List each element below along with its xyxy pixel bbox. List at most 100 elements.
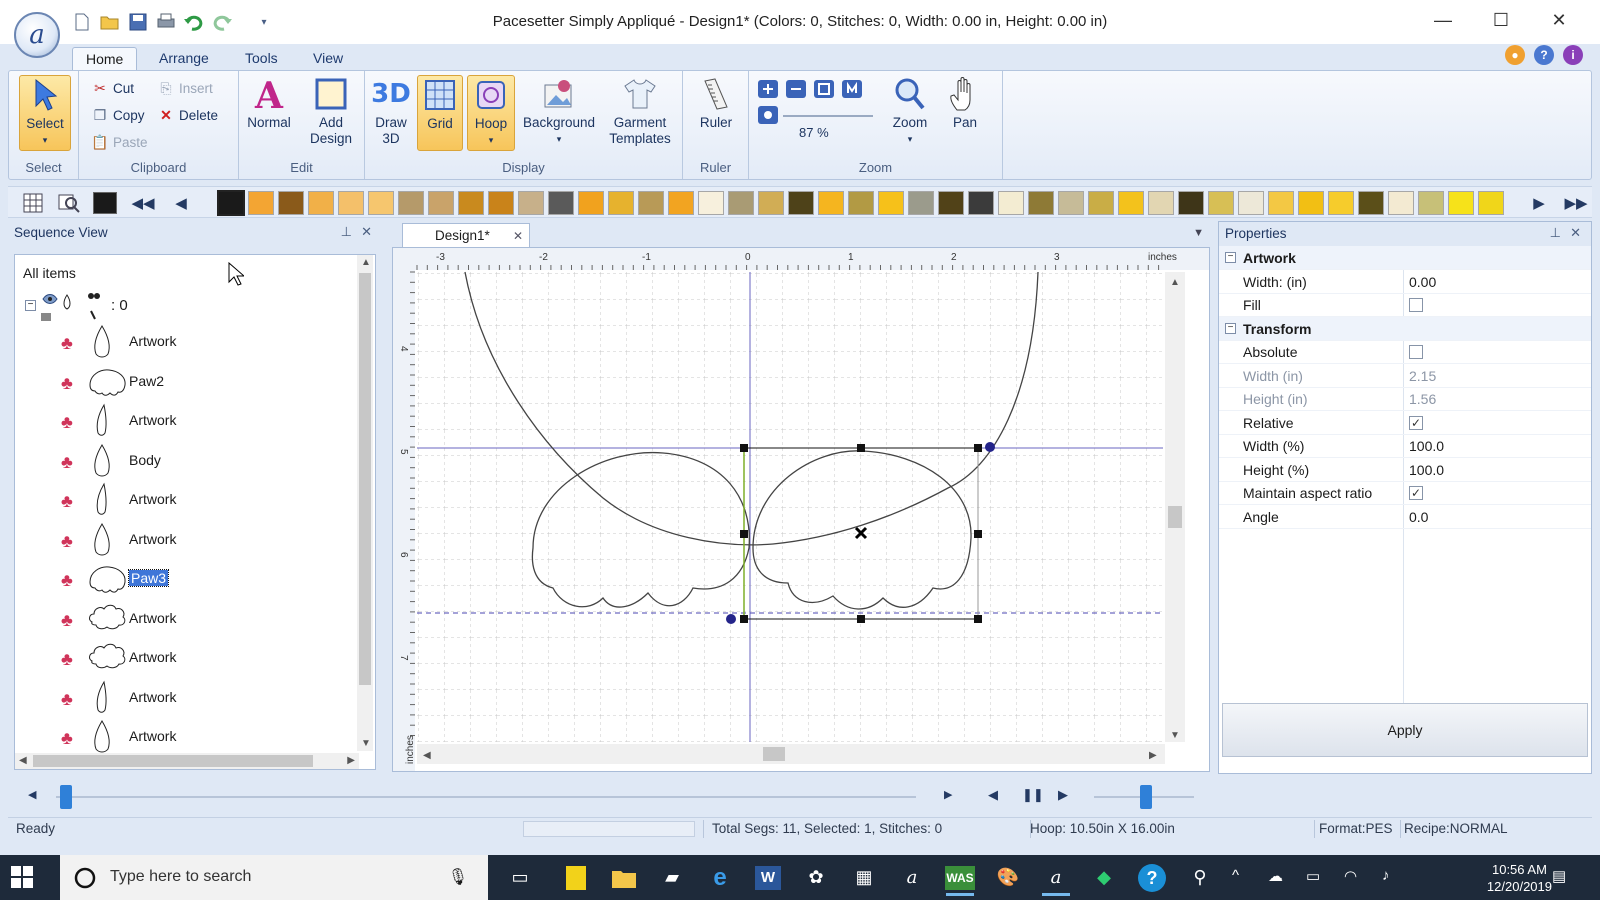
pan-button[interactable]: Pan <box>939 75 991 131</box>
grid-button[interactable]: Grid <box>417 75 463 151</box>
color-swatch[interactable] <box>578 191 604 215</box>
color-swatch[interactable] <box>698 191 724 215</box>
taskbar-search[interactable]: Type here to search 🎙 <box>60 855 488 900</box>
color-swatch[interactable] <box>638 191 664 215</box>
edge-browser-icon[interactable]: e <box>700 859 740 896</box>
color-swatch[interactable] <box>308 191 334 215</box>
color-swatch[interactable] <box>1448 191 1474 215</box>
panel-close-icon[interactable]: ✕ <box>361 224 372 240</box>
tab-view[interactable]: View <box>300 47 356 70</box>
canvas-scroll-left-icon[interactable]: ◀ <box>423 750 431 761</box>
sequence-vscroll-thumb[interactable] <box>359 273 371 685</box>
canvas-scroll-right-icon[interactable]: ▶ <box>1149 750 1157 761</box>
next-page-icon[interactable]: ▶ <box>1526 191 1552 215</box>
color-swatch[interactable] <box>878 191 904 215</box>
sequence-item[interactable]: ♣ Artwork <box>15 600 355 638</box>
onedrive-icon[interactable]: ☁ <box>1268 867 1283 885</box>
player-end-icon[interactable]: ▶ <box>944 788 952 801</box>
sequence-item[interactable]: ♣ Artwork <box>15 639 355 677</box>
color-swatch[interactable] <box>1388 191 1414 215</box>
draw-3d-button[interactable]: 3D Draw 3D <box>369 75 413 147</box>
tab-tools[interactable]: Tools <box>232 47 291 70</box>
scroll-up-icon[interactable]: ▲ <box>361 257 371 268</box>
canvas-scroll-down-icon[interactable]: ▼ <box>1170 730 1180 741</box>
all-items-label[interactable]: All items <box>23 265 76 281</box>
sequence-item[interactable]: ♣ Paw2 <box>15 363 355 401</box>
panel-close-icon[interactable]: ✕ <box>1570 225 1581 241</box>
color-swatch[interactable] <box>1178 191 1204 215</box>
color-swatch[interactable] <box>488 191 514 215</box>
property-row[interactable]: Width (in) 2.15 <box>1219 364 1591 388</box>
app-icon[interactable]: ◆ <box>1084 859 1124 896</box>
sequence-item[interactable]: ♣ Artwork <box>15 521 355 559</box>
design-tab[interactable]: Design1* ✕ <box>402 223 530 247</box>
color-swatch[interactable] <box>1328 191 1354 215</box>
calculator-icon[interactable]: ▦ <box>844 859 884 896</box>
scroll-down-icon[interactable]: ▼ <box>361 738 371 749</box>
sequence-hscroll[interactable]: ◀ ▶ <box>15 753 359 769</box>
app-icon[interactable]: ✿ <box>796 859 836 896</box>
apply-button[interactable]: Apply <box>1222 703 1588 757</box>
color-swatch[interactable] <box>248 191 274 215</box>
canvas-vscroll-thumb[interactable] <box>1168 506 1182 528</box>
property-checkbox[interactable]: ✓ <box>1409 415 1423 430</box>
color-swatch[interactable] <box>1418 191 1444 215</box>
scroll-left-icon[interactable]: ◀ <box>19 755 27 766</box>
prev-page-icon[interactable]: ◀ <box>168 191 194 215</box>
color-swatch[interactable] <box>968 191 994 215</box>
copy-button[interactable]: ❐ Copy <box>91 104 145 126</box>
color-swatch[interactable] <box>788 191 814 215</box>
origin-handle[interactable] <box>726 614 736 624</box>
add-design-button[interactable]: Add Design <box>303 75 359 147</box>
color-swatch[interactable] <box>548 191 574 215</box>
pin-icon[interactable]: ⊥ <box>341 224 352 240</box>
color-swatch[interactable] <box>938 191 964 215</box>
help-circle-icon[interactable]: ? <box>1132 859 1172 896</box>
color-swatch[interactable] <box>1478 191 1504 215</box>
scroll-right-icon[interactable]: ▶ <box>347 755 355 766</box>
property-value[interactable]: 2.15 <box>1409 368 1436 384</box>
help-icon[interactable]: ? <box>1534 45 1554 65</box>
color-swatch[interactable] <box>1268 191 1294 215</box>
task-view-icon[interactable]: ▭ <box>500 859 540 896</box>
lock-icon[interactable]: ● <box>1505 45 1525 65</box>
tray-expand-icon[interactable]: ^ <box>1232 867 1239 884</box>
people-icon[interactable]: ⚲ <box>1180 859 1220 896</box>
taskbar-clock[interactable]: 10:56 AM 12/20/2019 <box>1487 861 1552 895</box>
color-swatch[interactable] <box>668 191 694 215</box>
windows-start-icon[interactable] <box>10 865 34 889</box>
file-explorer-icon[interactable] <box>604 859 644 896</box>
zoom-actual-icon[interactable] <box>841 79 863 102</box>
collapse-icon[interactable]: − <box>1225 252 1236 263</box>
player-start-icon[interactable]: ◀ <box>28 788 36 801</box>
color-swatch[interactable] <box>518 191 544 215</box>
color-swatch[interactable] <box>1148 191 1174 215</box>
property-value[interactable]: 0.00 <box>1409 274 1436 290</box>
zoom-in-icon[interactable] <box>757 79 779 102</box>
color-swatch[interactable] <box>1088 191 1114 215</box>
property-row[interactable]: Maintain aspect ratio ✓ <box>1219 481 1591 505</box>
step-back-icon[interactable]: ◀ <box>988 787 998 803</box>
first-page-icon[interactable]: ◀◀ <box>130 191 156 215</box>
sequence-item[interactable]: ♣ Artwork <box>15 402 355 440</box>
hoop-button[interactable]: Hoop ▾ <box>467 75 515 151</box>
cut-button[interactable]: ✂ Cut <box>91 77 134 99</box>
color-swatch[interactable] <box>1208 191 1234 215</box>
property-value[interactable]: 0.0 <box>1409 509 1428 525</box>
canvas-scroll-up-icon[interactable]: ▲ <box>1170 277 1180 288</box>
color-swatch[interactable] <box>1028 191 1054 215</box>
color-swatch[interactable] <box>998 191 1024 215</box>
color-swatch[interactable] <box>217 190 245 216</box>
color-swatch[interactable] <box>1298 191 1324 215</box>
sticky-notes-icon[interactable] <box>556 859 596 896</box>
zoom-fit-icon[interactable] <box>813 79 835 102</box>
property-checkbox[interactable]: ✓ <box>1409 486 1423 500</box>
embroidery-app-icon[interactable]: a <box>892 859 932 896</box>
normal-button[interactable]: A Normal <box>243 75 295 131</box>
property-row[interactable]: Height (%) 100.0 <box>1219 458 1591 482</box>
paint-icon[interactable]: 🎨 <box>988 859 1028 896</box>
info-icon[interactable]: i <box>1563 45 1583 65</box>
property-category[interactable]: − Artwork <box>1219 246 1591 270</box>
property-category[interactable]: − Transform <box>1219 316 1591 341</box>
select-button[interactable]: Select ▾ <box>19 75 71 151</box>
